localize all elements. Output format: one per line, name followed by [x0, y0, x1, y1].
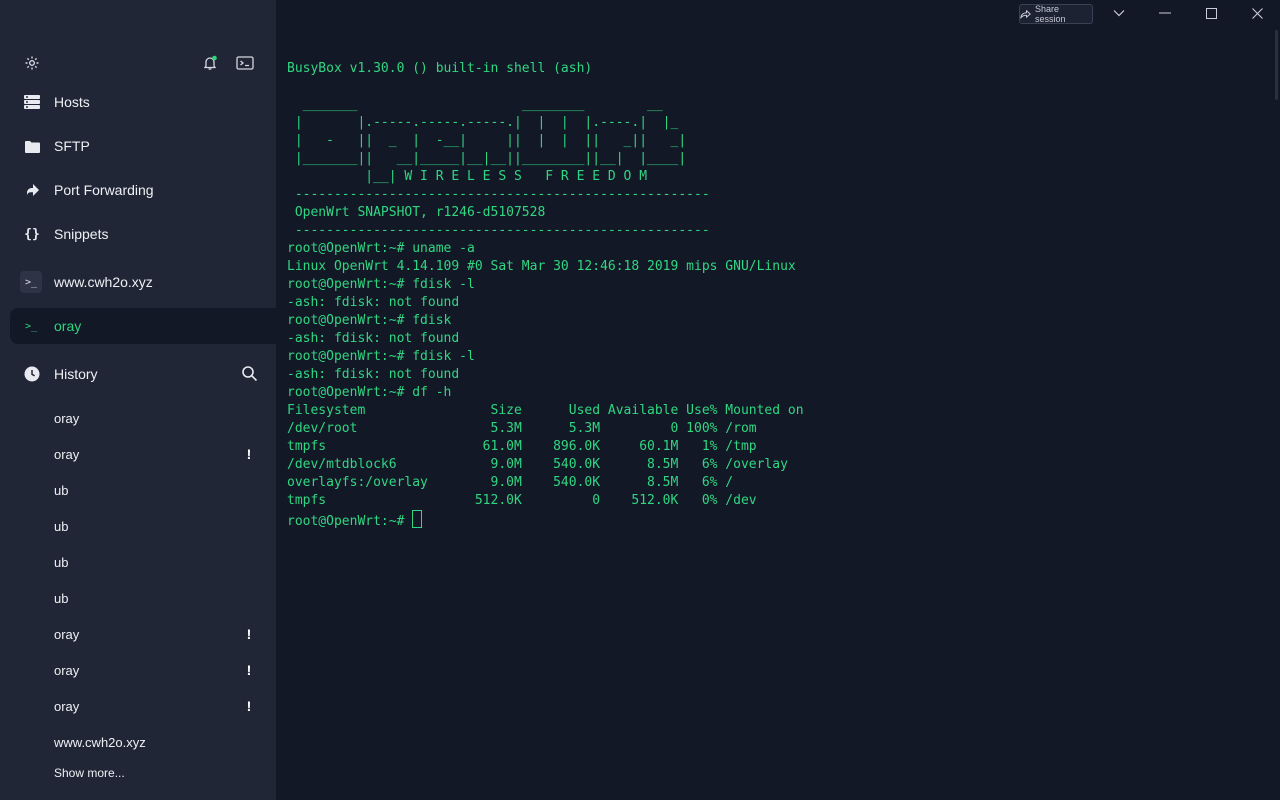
snippets-icon: {} [24, 226, 40, 242]
nav-sftp-label: SFTP [54, 138, 90, 154]
terminal-line: /dev/mtdblock6 9.0M 540.0K 8.5M 6% /over… [287, 457, 788, 472]
history-item[interactable]: ub [54, 580, 254, 616]
terminal-open-icon[interactable] [234, 52, 256, 74]
session-tab-label: www.cwh2o.xyz [54, 274, 153, 290]
terminal-line: Filesystem Size Used Available Use% Moun… [287, 403, 804, 418]
minimize-icon[interactable] [1158, 4, 1172, 22]
nav-snippets-label: Snippets [54, 226, 109, 242]
nav-port-forwarding-label: Port Forwarding [54, 182, 154, 198]
terminal-line: BusyBox v1.30.0 () built-in shell (ash) [287, 61, 593, 76]
terminal-icon: >_ [20, 271, 42, 293]
nav-hosts[interactable]: Hosts [10, 84, 276, 120]
folder-icon [22, 136, 42, 156]
terminal-line: OpenWrt SNAPSHOT, r1246-d5107528 [287, 205, 546, 220]
clock-icon [22, 364, 42, 384]
nav-hosts-label: Hosts [54, 94, 90, 110]
session-tab-www-cwh2o-xyz[interactable]: >_ www.cwh2o.xyz [10, 264, 276, 300]
history-item-label: oray [54, 662, 80, 678]
history-item[interactable]: ub [54, 544, 254, 580]
terminal-scrollbar[interactable] [1275, 30, 1278, 100]
sidebar: Hosts SFTP Port Forwarding {} Snippets > [0, 0, 276, 800]
terminal-icon: >_ [24, 320, 38, 332]
history-item-label: ub [54, 590, 69, 606]
warning-icon: ! [246, 626, 252, 642]
terminal-line: Linux OpenWrt 4.14.109 #0 Sat Mar 30 12:… [287, 259, 796, 274]
history-item[interactable]: oray [54, 400, 254, 436]
terminal-line: _______ ________ __ [287, 97, 663, 112]
history-item-label: www.cwh2o.xyz [54, 734, 146, 750]
terminal-line: | - || _ | -__| || | | || _|| _| [287, 133, 687, 148]
terminal-line: root@OpenWrt:~# df -h [287, 385, 452, 400]
terminal-line: /dev/root 5.3M 5.3M 0 100% /rom [287, 421, 757, 436]
history-item-label: oray [54, 698, 80, 714]
nav-port-forwarding[interactable]: Port Forwarding [10, 172, 276, 208]
nav-sftp[interactable]: SFTP [10, 128, 276, 164]
warning-icon: ! [246, 446, 252, 462]
terminal-prompt: root@OpenWrt:~# [287, 514, 413, 529]
terminal-lines: BusyBox v1.30.0 () built-in shell (ash) … [287, 61, 804, 508]
terminal-line: -ash: fdisk: not found [287, 331, 460, 346]
sidebar-top-icons [0, 52, 276, 76]
history-title: History [54, 366, 98, 382]
terminal-cursor [412, 510, 423, 528]
history-item[interactable]: ub [54, 472, 254, 508]
warning-icon: ! [246, 662, 252, 678]
terminal-line: | |.-----.-----.-----.| | | |.----.| |_ [287, 115, 679, 130]
history-item-label: ub [54, 518, 69, 534]
history-header: History [10, 356, 266, 392]
maximize-icon[interactable] [1204, 4, 1218, 22]
terminal-line: overlayfs:/overlay 9.0M 540.0K 8.5M 6% / [287, 475, 734, 490]
history-item[interactable]: oray! [54, 616, 254, 652]
share-session-label: Share session [1035, 4, 1066, 24]
terminal-line: |_______|| __|_____|__|__||________||__|… [287, 151, 687, 166]
terminal-line: tmpfs 512.0K 0 512.0K 0% /dev [287, 493, 757, 508]
history-item[interactable]: oray! [54, 436, 254, 472]
notifications-bell-icon[interactable] [199, 52, 221, 74]
history-item-label: ub [54, 482, 69, 498]
terminal-line: |__| W I R E L E S S F R E E D O M [287, 169, 648, 184]
close-icon[interactable] [1250, 4, 1264, 22]
terminal-line: -ash: fdisk: not found [287, 295, 460, 310]
chevron-down-icon[interactable] [1112, 4, 1126, 22]
history-item[interactable]: www.cwh2o.xyz [54, 724, 254, 760]
app-window: Hosts SFTP Port Forwarding {} Snippets > [0, 0, 1280, 800]
session-tab-label: oray [54, 318, 82, 334]
terminal-pane[interactable]: Share session BusyBox v1.30.0 () built-i… [276, 0, 1280, 800]
share-session-button[interactable]: Share session [1019, 4, 1093, 24]
warning-icon: ! [246, 698, 252, 714]
settings-gear-icon[interactable] [21, 52, 43, 74]
history-item-label: oray [54, 446, 80, 462]
history-item[interactable]: oray! [54, 652, 254, 688]
terminal-line: ----------------------------------------… [287, 187, 710, 202]
terminal-line: ----------------------------------------… [287, 223, 710, 238]
history-item-label: oray [54, 626, 80, 642]
history-item[interactable]: oray! [54, 688, 254, 724]
history-item-label: oray [54, 410, 80, 426]
session-tab-oray[interactable]: >_ oray [10, 308, 276, 344]
terminal-output: BusyBox v1.30.0 () built-in shell (ash) … [287, 60, 804, 531]
hosts-icon [22, 92, 42, 112]
terminal-line: tmpfs 61.0M 896.0K 60.1M 1% /tmp [287, 439, 757, 454]
terminal-line: root@OpenWrt:~# fdisk [287, 313, 452, 328]
show-more-link[interactable]: Show more... [54, 766, 125, 780]
terminal-line: -ash: fdisk: not found [287, 367, 460, 382]
history-search-icon[interactable] [241, 365, 258, 385]
terminal-line: root@OpenWrt:~# uname -a [287, 241, 475, 256]
history-item[interactable]: ub [54, 508, 254, 544]
history-item-label: ub [54, 554, 69, 570]
terminal-line: root@OpenWrt:~# fdisk -l [287, 277, 475, 292]
terminal-line: root@OpenWrt:~# fdisk -l [287, 349, 475, 364]
port-forwarding-icon [22, 180, 42, 200]
nav-snippets[interactable]: {} Snippets [10, 216, 276, 252]
